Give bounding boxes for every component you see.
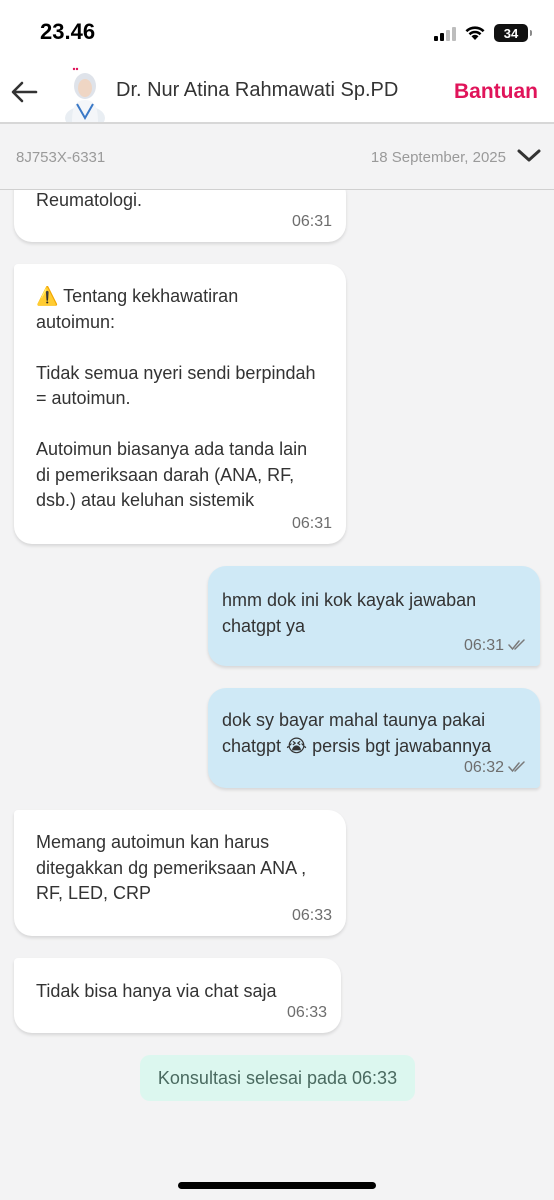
message-time: 06:31 (463, 636, 504, 654)
signal-icon (434, 25, 456, 41)
message-time: 06:31 (291, 514, 332, 532)
message-bubble-doctor: ⚠️ Tentang kekhawatiran autoimun: Tidak … (14, 264, 346, 544)
double-check-icon (508, 761, 525, 773)
back-arrow-icon[interactable] (10, 80, 38, 104)
message-time: 06:33 (286, 1003, 327, 1021)
message-bubble-doctor: Reumatologi. 06:31 (14, 190, 346, 242)
wifi-icon (465, 26, 485, 40)
message-text: Tidak bisa hanya via chat saja (36, 981, 277, 1001)
doctor-name: Dr. Nur Atina Rahmawati Sp.PD (116, 79, 399, 101)
message-time: 06:32 (463, 758, 504, 776)
message-time: 06:33 (291, 906, 332, 924)
message-time: 06:31 (291, 212, 332, 230)
message-text: hmm dok ini kok kayak jawaban chatgpt ya (222, 590, 477, 636)
home-indicator[interactable] (178, 1182, 376, 1189)
double-check-icon (508, 639, 525, 651)
message-text: ⚠️ Tentang kekhawatiran autoimun: Tidak … (36, 286, 316, 510)
consultation-date: 18 September, 2025 (370, 149, 506, 166)
chat-messages[interactable]: Reumatologi. 06:31 ⚠️ Tentang kekhawatir… (0, 190, 554, 1200)
chat-header: Dr. Nur Atina Rahmawati Sp.PD Bantuan (0, 60, 554, 124)
message-time-read: 06:32 (464, 755, 526, 781)
consultation-info-bar[interactable]: 8J753X-6331 18 September, 2025 (0, 124, 554, 190)
consultation-ended-badge: Konsultasi selesai pada 06:33 (140, 1055, 415, 1101)
message-bubble-doctor: Tidak bisa hanya via chat saja 06:33 (14, 958, 341, 1033)
message-bubble-patient: dok sy bayar mahal taunya pakai chatgpt … (208, 688, 540, 788)
message-text: Reumatologi. (36, 190, 143, 210)
message-text: Memang autoimun kan harus ditegakkan dg … (36, 832, 307, 903)
doctor-avatar (60, 66, 110, 122)
chevron-down-icon[interactable] (516, 145, 542, 165)
message-bubble-doctor: Memang autoimun kan harus ditegakkan dg … (14, 810, 346, 936)
status-time: 23.46 (40, 19, 96, 44)
status-icons: 34 (434, 22, 532, 44)
message-bubble-patient: hmm dok ini kok kayak jawaban chatgpt ya… (208, 566, 540, 666)
message-text: dok sy bayar mahal taunya pakai chatgpt … (222, 710, 492, 756)
battery-icon: 34 (494, 24, 532, 42)
consultation-id: 8J753X-6331 (16, 149, 106, 166)
message-time-read: 06:31 (464, 633, 526, 659)
status-bar: 23.46 34 (0, 0, 554, 60)
help-button[interactable]: Bantuan (454, 80, 538, 104)
